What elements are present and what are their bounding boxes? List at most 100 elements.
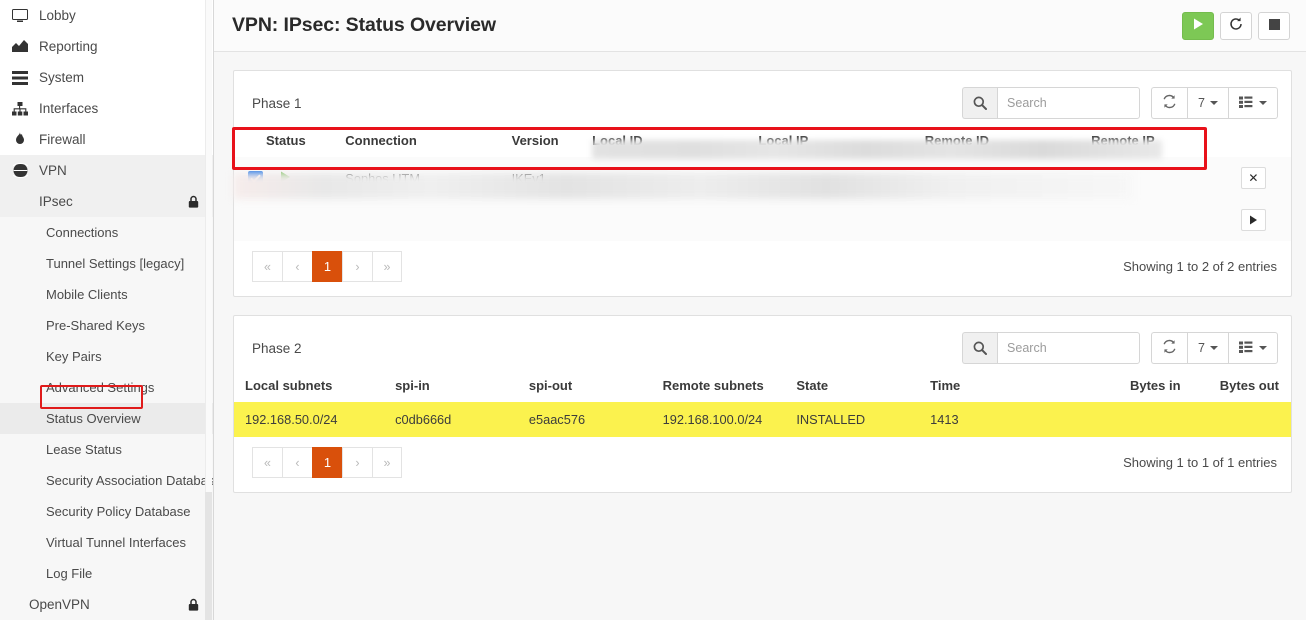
sidebar-item-label: Interfaces xyxy=(39,101,99,116)
phase1-row2-redacted-overlay xyxy=(234,173,1132,199)
phase1-search xyxy=(962,87,1141,119)
sidebar-item-label: Lease Status xyxy=(46,442,122,457)
pagination-page-1[interactable]: 1 xyxy=(312,447,342,478)
sidebar-item-label: System xyxy=(39,70,85,85)
sidebar-scrollbar-thumb[interactable] xyxy=(205,492,212,620)
close-icon[interactable]: ✕ xyxy=(1240,167,1266,189)
sidebar-item-security-association-database[interactable]: Security Association Database xyxy=(0,465,213,496)
phase2-refresh-button[interactable] xyxy=(1151,332,1188,364)
stop-icon xyxy=(1268,18,1280,33)
stop-service-button[interactable] xyxy=(1258,11,1290,40)
phase2-row1-time: 1413 xyxy=(926,402,1048,437)
sidebar-item-label: VPN xyxy=(39,163,67,178)
sidebar-item-lobby[interactable]: Lobby xyxy=(0,0,213,31)
sidebar-item-status-overview[interactable]: Status Overview xyxy=(0,403,213,434)
sidebar-item-label: Firewall xyxy=(39,132,86,147)
phase2-col-time: Time xyxy=(930,378,961,393)
phase1-row2-version xyxy=(508,199,588,241)
pagination-prev-button[interactable]: ‹ xyxy=(282,251,312,282)
page-size-value: 7 xyxy=(1198,341,1205,355)
sidebar-item-connections[interactable]: Connections xyxy=(0,217,213,248)
phase2-row1-local-subnets: 192.168.50.0/24 xyxy=(234,402,392,437)
phase1-page-size-dropdown[interactable]: 7 xyxy=(1187,87,1228,119)
phase1-columns-dropdown[interactable] xyxy=(1228,87,1278,119)
page-header: VPN: IPsec: Status Overview xyxy=(214,0,1306,52)
application-window: Lobby Reporting System Interfaces Firewa xyxy=(0,0,1306,620)
sidebar-item-openvpn[interactable]: OpenVPN xyxy=(0,589,213,620)
phase1-col-status: Status xyxy=(266,133,306,148)
phase1-search-input[interactable] xyxy=(997,87,1141,119)
columns-list-icon xyxy=(1239,96,1254,111)
chevron-down-icon xyxy=(1259,101,1267,105)
sidebar-item-label: Status Overview xyxy=(46,411,141,426)
restart-service-button[interactable] xyxy=(1220,11,1252,40)
service-action-buttons xyxy=(1182,11,1290,40)
phase1-refresh-button[interactable] xyxy=(1151,87,1188,119)
phase1-pagination: « ‹ 1 › » xyxy=(252,251,402,282)
sidebar-item-security-policy-database[interactable]: Security Policy Database xyxy=(0,496,213,527)
phase1-col-actions xyxy=(1216,129,1291,157)
phase1-row1-actions: ✕ xyxy=(1216,157,1291,199)
pagination-next-button[interactable]: › xyxy=(342,447,372,478)
search-icon[interactable] xyxy=(962,87,998,119)
lock-icon xyxy=(188,598,199,611)
pagination-last-button[interactable]: » xyxy=(372,251,402,282)
sidebar-item-advanced-settings[interactable]: Advanced Settings xyxy=(0,372,213,403)
phase1-table-wrapper: Status Connection Version Local ID Local… xyxy=(232,127,1291,241)
phase2-columns-dropdown[interactable] xyxy=(1228,332,1278,364)
sidebar-item-label: Connections xyxy=(46,225,119,240)
sidebar-item-label: Advanced Settings xyxy=(46,380,155,395)
sidebar-item-label: IPsec xyxy=(39,194,73,209)
phase1-row2-local-id xyxy=(588,199,754,241)
network-icon xyxy=(10,101,30,117)
phase1-col-version: Version xyxy=(511,133,559,148)
pagination-next-button[interactable]: › xyxy=(342,251,372,282)
phase2-col-bytes-in: Bytes in xyxy=(1129,378,1181,393)
table-row[interactable]: 192.168.50.0/24 c0db666d e5aac576 192.16… xyxy=(234,402,1291,437)
phase2-row1-remote-subnets: 192.168.100.0/24 xyxy=(658,402,793,437)
server-icon xyxy=(10,70,30,86)
sidebar-item-firewall[interactable]: Firewall xyxy=(0,124,213,155)
refresh-icon xyxy=(1229,17,1243,34)
start-service-button[interactable] xyxy=(1182,11,1214,40)
phase2-col-remote-subnets: Remote subnets xyxy=(662,378,764,393)
sidebar-item-system[interactable]: System xyxy=(0,62,213,93)
sidebar-item-pre-shared-keys[interactable]: Pre-Shared Keys xyxy=(0,310,213,341)
chart-icon xyxy=(10,39,30,55)
play-icon[interactable] xyxy=(1240,209,1266,231)
sidebar-item-log-file[interactable]: Log File xyxy=(0,558,213,589)
sidebar-item-interfaces[interactable]: Interfaces xyxy=(0,93,213,124)
phase1-row2-actions xyxy=(1216,199,1291,241)
pagination-last-button[interactable]: » xyxy=(372,447,402,478)
phase2-search-input[interactable] xyxy=(997,332,1141,364)
phase2-col-local-subnets: Local subnets xyxy=(245,378,333,393)
phase1-row2-connection xyxy=(341,199,507,241)
sidebar-item-vpn[interactable]: VPN xyxy=(0,155,213,186)
page-title: VPN: IPsec: Status Overview xyxy=(232,14,496,36)
phase1-row2-remote-id xyxy=(921,199,1087,241)
sidebar-item-label: OpenVPN xyxy=(29,597,90,612)
phase2-pagination: « ‹ 1 › » xyxy=(252,447,402,478)
sidebar-item-tunnel-settings-legacy[interactable]: Tunnel Settings [legacy] xyxy=(0,248,213,279)
phase2-page-size-dropdown[interactable]: 7 xyxy=(1187,332,1228,364)
pagination-first-button[interactable]: « xyxy=(252,251,282,282)
sidebar-item-virtual-tunnel-interfaces[interactable]: Virtual Tunnel Interfaces xyxy=(0,527,213,558)
phase2-panel-footer: « ‹ 1 › » Showing 1 to 1 of 1 entries xyxy=(234,437,1291,492)
phase2-col-state: State xyxy=(796,378,829,393)
content-area: Phase 1 Search 7 Status Connection Versi… xyxy=(214,52,1306,511)
sidebar-item-lease-status[interactable]: Lease Status xyxy=(0,434,213,465)
table-row[interactable] xyxy=(234,199,1291,241)
phase1-panel-footer: « ‹ 1 › » Showing 1 to 2 of 2 entries xyxy=(234,241,1291,296)
sidebar-item-key-pairs[interactable]: Key Pairs xyxy=(0,341,213,372)
sidebar-item-mobile-clients[interactable]: Mobile Clients xyxy=(0,279,213,310)
pagination-first-button[interactable]: « xyxy=(252,447,282,478)
sidebar-item-reporting[interactable]: Reporting xyxy=(0,31,213,62)
pagination-prev-button[interactable]: ‹ xyxy=(282,447,312,478)
search-icon[interactable] xyxy=(962,332,998,364)
sidebar-item-ipsec[interactable]: IPsec xyxy=(0,186,213,217)
phase2-table-head: Local subnets spi-in spi-out Remote subn… xyxy=(234,374,1291,402)
chevron-down-icon xyxy=(1210,101,1218,105)
main-content: VPN: IPsec: Status Overview Phase 1 Sear… xyxy=(214,0,1306,620)
refresh-cycle-icon xyxy=(1162,94,1177,112)
pagination-page-1[interactable]: 1 xyxy=(312,251,342,282)
